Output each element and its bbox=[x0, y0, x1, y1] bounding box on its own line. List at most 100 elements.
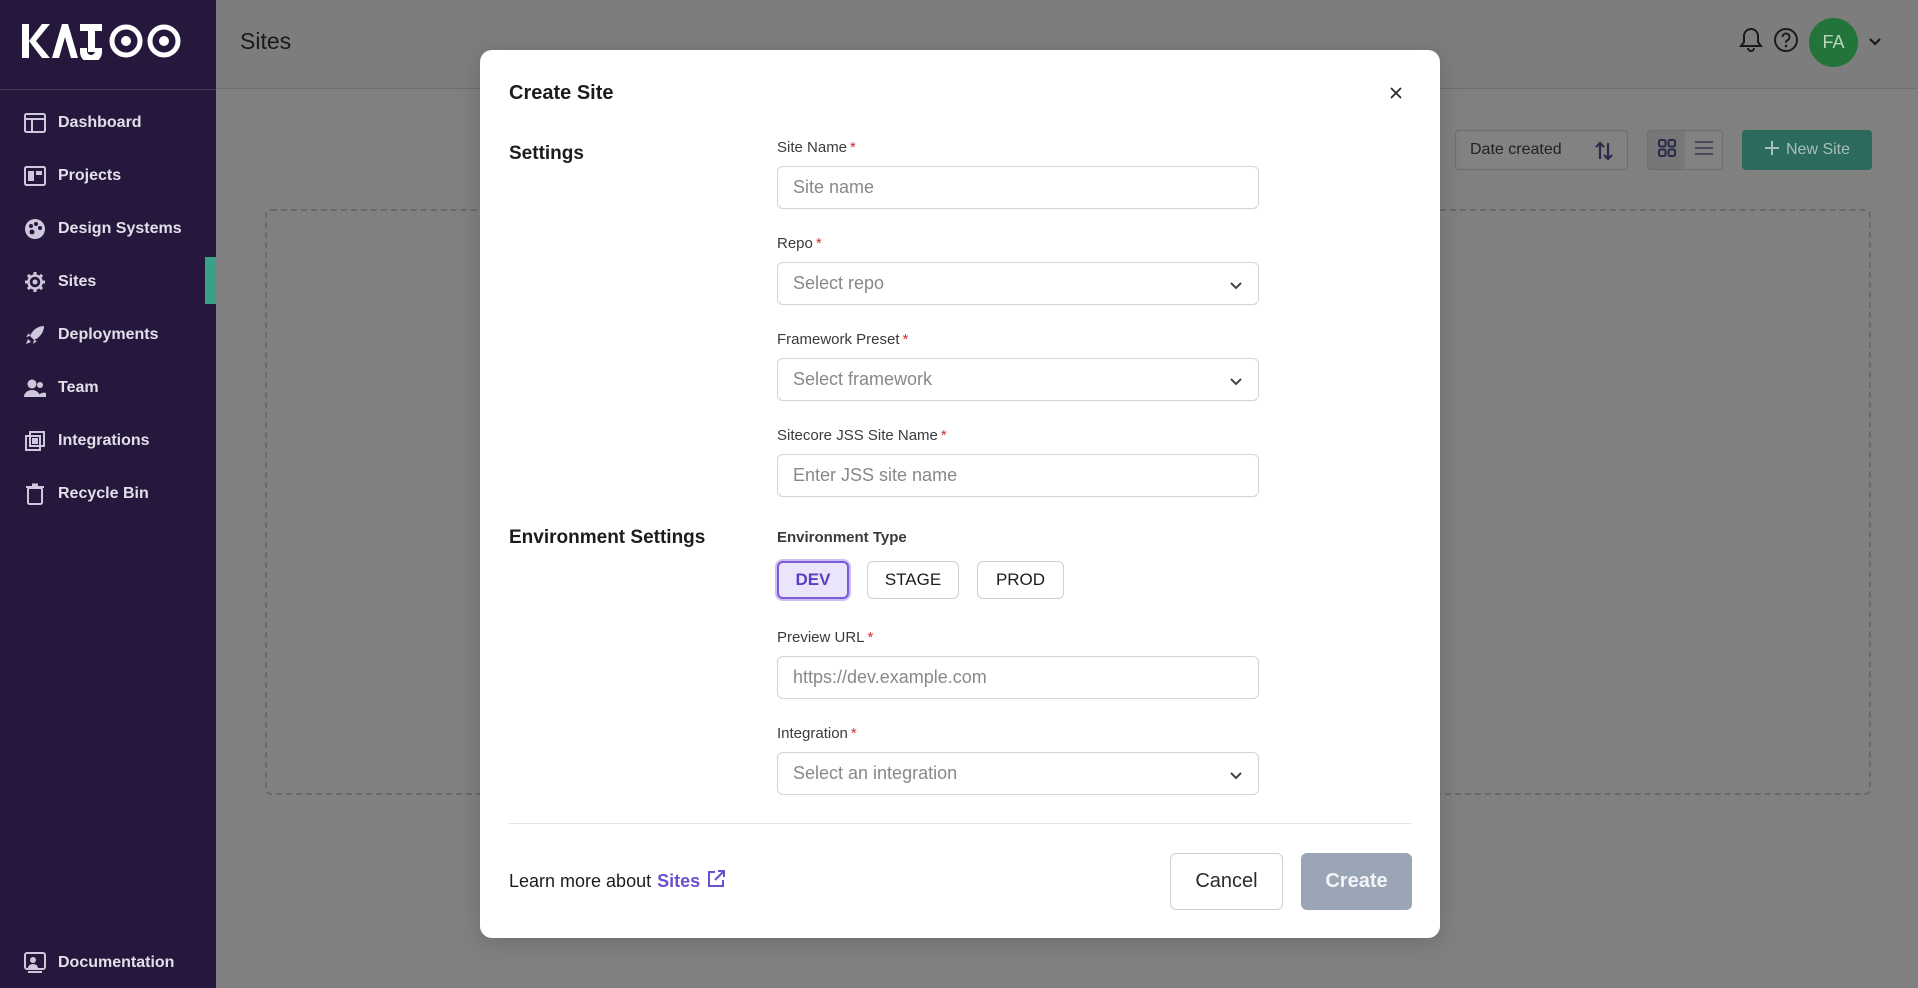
grid-icon bbox=[1657, 138, 1676, 162]
repo-label: Repo * bbox=[777, 235, 1259, 255]
settings-section-title: Settings bbox=[509, 143, 584, 164]
sidebar-item-label: Dashboard bbox=[58, 113, 142, 131]
sidebar-item-sites[interactable]: Sites bbox=[0, 255, 216, 308]
list-view-button[interactable] bbox=[1685, 131, 1722, 169]
jss-site-name-field: Sitecore JSS Site Name * Enter JSS site n… bbox=[777, 427, 1259, 497]
list-icon bbox=[1694, 140, 1713, 161]
framework-placeholder: Select framework bbox=[793, 369, 933, 389]
cancel-button[interactable]: Cancel bbox=[1170, 853, 1283, 910]
sidebar: Dashboard Projects Design Systems Sites … bbox=[0, 0, 216, 988]
sidebar-item-team[interactable]: Team bbox=[0, 361, 216, 414]
jss-site-name-input[interactable]: Enter JSS site name bbox=[777, 454, 1259, 497]
sort-label: Date created bbox=[1470, 141, 1562, 158]
new-site-button[interactable]: New Site bbox=[1742, 130, 1872, 170]
required-mark: * bbox=[940, 427, 947, 444]
learn-more: Learn more about Sites bbox=[509, 869, 726, 894]
repo-select[interactable]: Select repo bbox=[777, 262, 1259, 305]
site-name-placeholder: Site name bbox=[793, 177, 875, 197]
chevron-down-icon[interactable] bbox=[1868, 34, 1882, 52]
documentation-label: Documentation bbox=[58, 954, 175, 971]
environment-type-label: Environment Type bbox=[777, 529, 907, 546]
env-option-prod[interactable]: PROD bbox=[977, 561, 1064, 599]
integration-label-text: Integration bbox=[777, 725, 848, 742]
sidebar-item-label: Design Systems bbox=[58, 219, 182, 237]
required-mark: * bbox=[850, 139, 856, 156]
required-mark: * bbox=[850, 725, 857, 742]
sidebar-item-label: Projects bbox=[58, 166, 122, 184]
documentation-icon bbox=[24, 952, 46, 974]
rocket-icon bbox=[24, 324, 46, 346]
repo-placeholder: Select repo bbox=[793, 273, 885, 293]
sidebar-item-label: Team bbox=[58, 378, 99, 396]
trash-icon bbox=[24, 483, 46, 505]
env-option-dev[interactable]: DEV bbox=[777, 561, 849, 599]
grid-view-button[interactable] bbox=[1648, 131, 1685, 169]
site-name-input[interactable]: Site name bbox=[777, 166, 1259, 209]
site-name-label-text: Site Name bbox=[777, 139, 848, 156]
sidebar-item-label: Recycle Bin bbox=[58, 484, 149, 502]
required-mark: * bbox=[867, 629, 874, 646]
preview-url-placeholder: https://dev.example.com bbox=[793, 667, 987, 687]
modal-title: Create Site bbox=[509, 82, 614, 104]
page-title: Sites bbox=[240, 28, 292, 54]
sidebar-nav: Dashboard Projects Design Systems Sites … bbox=[0, 96, 216, 520]
jss-site-name-label-text: Sitecore JSS Site Name bbox=[777, 427, 938, 444]
environment-type-field: Environment Type DEV STAGE PROD bbox=[777, 529, 1259, 599]
dashboard-icon bbox=[24, 112, 46, 134]
env-option-stage[interactable]: STAGE bbox=[867, 561, 959, 599]
integration-field: Integration * Select an integration bbox=[777, 725, 1259, 795]
help-icon[interactable] bbox=[1773, 27, 1799, 58]
sidebar-item-label: Sites bbox=[58, 272, 97, 290]
sidebar-item-label: Integrations bbox=[58, 431, 150, 449]
integrations-icon bbox=[24, 430, 46, 452]
close-button[interactable] bbox=[1380, 79, 1412, 111]
framework-select[interactable]: Select framework bbox=[777, 358, 1259, 401]
framework-label: Framework Preset * bbox=[777, 331, 1259, 351]
jss-site-name-placeholder: Enter JSS site name bbox=[793, 465, 958, 485]
sidebar-item-deployments[interactable]: Deployments bbox=[0, 308, 216, 361]
chevron-down-icon bbox=[1228, 276, 1244, 297]
sort-select[interactable]: Date created bbox=[1455, 130, 1628, 170]
preview-url-label-text: Preview URL bbox=[777, 629, 865, 646]
palette-icon bbox=[24, 218, 46, 240]
framework-field: Framework Preset * Select framework bbox=[777, 331, 1259, 401]
top-bar-actions: FA bbox=[1739, 18, 1882, 67]
gear-icon bbox=[24, 271, 46, 293]
repo-field: Repo * Select repo bbox=[777, 235, 1259, 305]
sidebar-item-integrations[interactable]: Integrations bbox=[0, 414, 216, 467]
team-icon bbox=[24, 377, 46, 399]
site-name-label: Site Name * bbox=[777, 139, 1259, 159]
preview-url-label: Preview URL * bbox=[777, 629, 1259, 649]
plus-icon bbox=[1764, 140, 1780, 161]
sidebar-item-recycle-bin[interactable]: Recycle Bin bbox=[0, 467, 216, 520]
close-icon bbox=[1389, 86, 1403, 105]
external-link-icon[interactable] bbox=[706, 869, 726, 894]
avatar[interactable]: FA bbox=[1809, 18, 1858, 67]
brand-logo[interactable] bbox=[22, 22, 192, 60]
sidebar-divider bbox=[0, 89, 216, 90]
repo-label-text: Repo bbox=[777, 235, 813, 252]
preview-url-input[interactable]: https://dev.example.com bbox=[777, 656, 1259, 699]
new-site-label: New Site bbox=[1785, 141, 1851, 158]
chevron-down-icon bbox=[1228, 766, 1244, 787]
sidebar-item-projects[interactable]: Projects bbox=[0, 149, 216, 202]
projects-icon bbox=[24, 165, 46, 187]
sidebar-item-label: Deployments bbox=[58, 325, 159, 343]
learn-more-text: Learn more about bbox=[509, 871, 652, 891]
integration-label: Integration * bbox=[777, 725, 1259, 745]
bell-icon[interactable] bbox=[1739, 27, 1763, 58]
required-mark: * bbox=[902, 331, 909, 348]
create-button[interactable]: Create bbox=[1301, 853, 1412, 910]
integration-select[interactable]: Select an integration bbox=[777, 752, 1259, 795]
modal-footer-divider bbox=[509, 823, 1411, 824]
view-toggle bbox=[1647, 130, 1723, 170]
environment-type-options: DEV STAGE PROD bbox=[777, 561, 1259, 599]
sort-icon bbox=[1593, 140, 1615, 167]
sidebar-item-dashboard[interactable]: Dashboard bbox=[0, 96, 216, 149]
create-site-modal: Create Site Settings Site Name * Site nam… bbox=[480, 50, 1440, 938]
kajoo-logo-icon bbox=[22, 24, 181, 60]
sidebar-item-documentation[interactable]: Documentation bbox=[0, 938, 216, 988]
framework-label-text: Framework Preset bbox=[777, 331, 900, 348]
sites-docs-link[interactable]: Sites bbox=[657, 871, 700, 892]
sidebar-item-design-systems[interactable]: Design Systems bbox=[0, 202, 216, 255]
